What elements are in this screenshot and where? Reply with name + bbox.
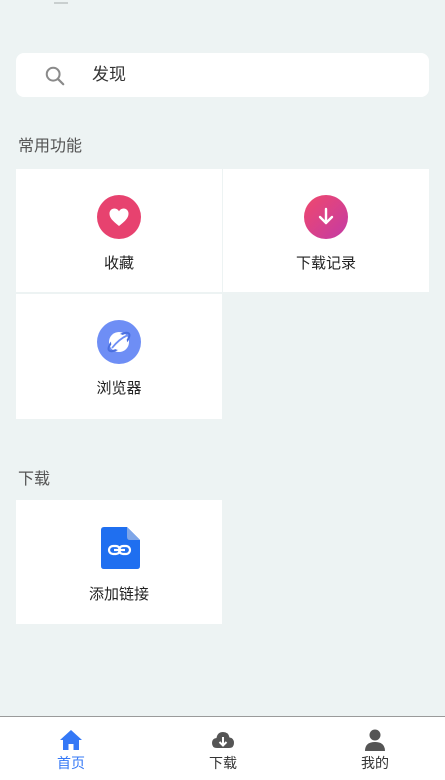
tile-browser[interactable]: 浏览器 (16, 294, 222, 419)
download-history-icon-wrap (304, 195, 348, 239)
tile-favorites[interactable]: 收藏 (16, 169, 222, 292)
tile-browser-label: 浏览器 (96, 379, 142, 397)
search-input[interactable]: 发现 (92, 65, 126, 85)
tab-home[interactable]: 首页 (31, 723, 111, 777)
tab-mine-label: 我的 (361, 756, 389, 772)
favorites-icon-wrap (97, 195, 141, 239)
tab-download-label: 下载 (209, 756, 237, 772)
tile-download-history[interactable]: 下载记录 (223, 169, 429, 292)
section-title-common: 常用功能 (18, 136, 83, 155)
heart-icon (97, 195, 141, 239)
tab-download[interactable]: 下载 (183, 723, 263, 777)
tile-download-history-label: 下载记录 (295, 254, 356, 272)
user-icon (365, 729, 385, 751)
tab-mine[interactable]: 我的 (335, 723, 415, 777)
home-icon (60, 730, 82, 750)
tile-add-link-label: 添加链接 (88, 585, 149, 603)
add-link-icon-wrap (97, 526, 141, 570)
planet-icon (97, 320, 141, 364)
search-bar[interactable]: 发现 (16, 53, 429, 97)
browser-icon-wrap (97, 320, 141, 364)
link-file-icon (101, 527, 140, 569)
bottom-tab-bar: 首页 下载 我的 (0, 716, 445, 780)
download-arrow-icon (304, 195, 348, 239)
search-icon (45, 66, 65, 86)
section-title-download: 下载 (18, 469, 51, 488)
cloud-download-icon (212, 732, 234, 748)
top-stub (54, 0, 68, 4)
tile-favorites-label: 收藏 (103, 254, 134, 272)
tile-add-link[interactable]: 添加链接 (16, 500, 222, 624)
tab-home-label: 首页 (57, 756, 85, 772)
